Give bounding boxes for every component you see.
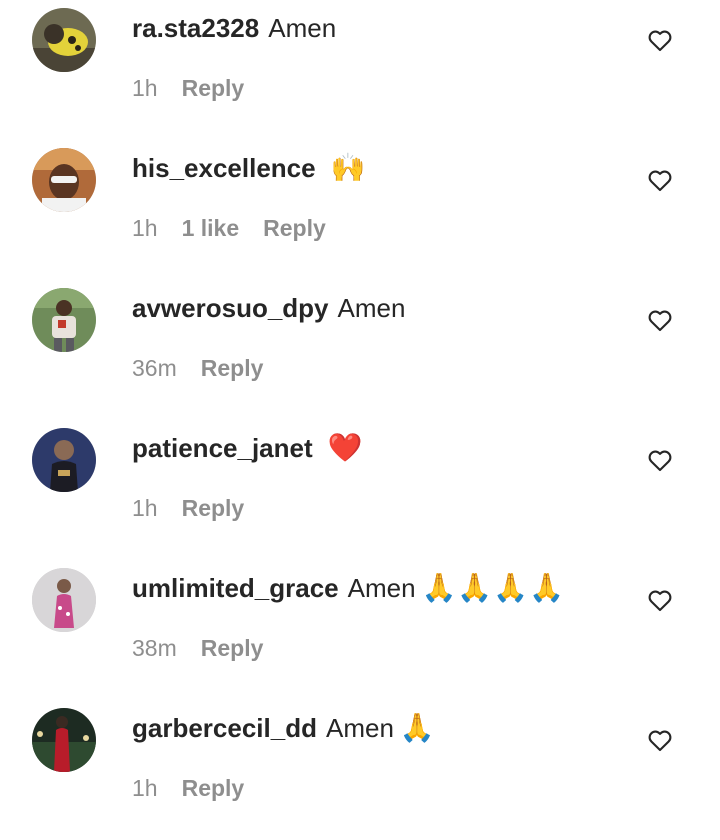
folded-hands-emoji: 🙏 [399, 711, 436, 744]
heart-outline-icon[interactable] [646, 306, 674, 334]
raised-hands-emoji: 🙌 [330, 151, 366, 184]
folded-hands-emoji: 🙏🙏🙏🙏 [421, 571, 566, 604]
username-link[interactable]: ra.sta2328 [132, 8, 259, 48]
avatar[interactable] [32, 148, 96, 212]
username-link[interactable]: garbercecil_dd [132, 708, 317, 748]
comment-line: avwerosuo_dpy Amen [132, 288, 405, 328]
username-link[interactable]: avwerosuo_dpy [132, 288, 329, 328]
username-link[interactable]: his_excellence [132, 148, 316, 188]
comment-item: umlimited_grace Amen 🙏🙏🙏🙏 38m Reply [0, 560, 720, 700]
heart-outline-icon[interactable] [646, 586, 674, 614]
comment-time: 1h [132, 494, 158, 521]
comment-time: 38m [132, 634, 177, 661]
avatar[interactable] [32, 288, 96, 352]
heart-outline-icon[interactable] [646, 166, 674, 194]
comment-text: Amen [268, 13, 337, 43]
comment-meta: 1h 1 like Reply [132, 208, 326, 248]
comment-item: patience_janet ❤️ 1h Reply [0, 420, 720, 560]
reply-button[interactable]: Reply [182, 775, 245, 802]
avatar[interactable] [32, 708, 96, 772]
comment-list: ra.sta2328 Amen 1h Reply his_excellence … [0, 0, 720, 808]
reply-button[interactable]: Reply [182, 75, 245, 102]
comment-meta: 1h Reply [132, 768, 244, 808]
reply-button[interactable]: Reply [263, 215, 326, 242]
comment-item: his_excellence 🙌 1h 1 like Reply [0, 140, 720, 280]
comment-text: Amen [337, 293, 406, 323]
comment-item: avwerosuo_dpy Amen 36m Reply [0, 280, 720, 420]
comment-time: 1h [132, 74, 158, 101]
heart-outline-icon[interactable] [646, 726, 674, 754]
comment-line: umlimited_grace Amen 🙏🙏🙏🙏 [132, 568, 565, 608]
comment-meta: 38m Reply [132, 628, 263, 668]
comment-line: his_excellence 🙌 [132, 148, 365, 188]
avatar[interactable] [32, 568, 96, 632]
comment-text: Amen [347, 573, 416, 603]
reply-button[interactable]: Reply [201, 355, 264, 382]
heart-outline-icon[interactable] [646, 26, 674, 54]
comment-meta: 1h Reply [132, 68, 244, 108]
comment-meta: 36m Reply [132, 348, 263, 388]
reply-button[interactable]: Reply [201, 635, 264, 662]
comment-time: 36m [132, 354, 177, 381]
avatar[interactable] [32, 428, 96, 492]
comment-item: ra.sta2328 Amen 1h Reply [0, 0, 720, 140]
comment-text: Amen [325, 713, 394, 743]
comment-time: 1h [132, 214, 158, 241]
comment-item: garbercecil_dd Amen 🙏 1h Reply [0, 700, 720, 840]
comment-meta: 1h Reply [132, 488, 244, 528]
username-link[interactable]: umlimited_grace [132, 568, 339, 608]
red-heart-emoji: ❤️ [327, 431, 363, 464]
comment-line: garbercecil_dd Amen 🙏 [132, 708, 436, 748]
comment-line: ra.sta2328 Amen [132, 8, 336, 48]
reply-button[interactable]: Reply [182, 495, 245, 522]
comment-time: 1h [132, 774, 158, 801]
avatar[interactable] [32, 8, 96, 72]
comment-line: patience_janet ❤️ [132, 428, 363, 468]
like-count-link[interactable]: 1 like [182, 215, 240, 242]
username-link[interactable]: patience_janet [132, 428, 313, 468]
heart-outline-icon[interactable] [646, 446, 674, 474]
